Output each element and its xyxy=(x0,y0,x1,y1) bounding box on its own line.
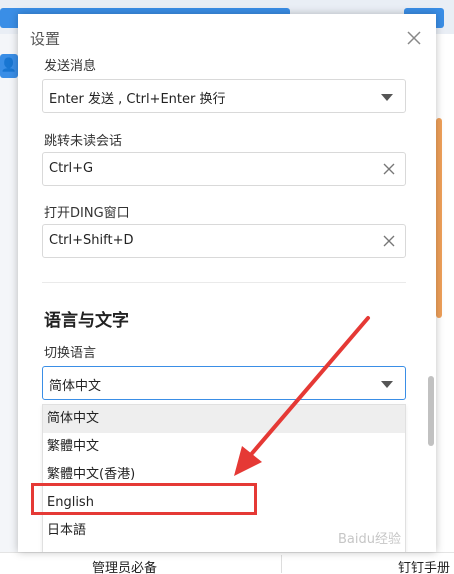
language-option-simplified-chinese[interactable]: 简体中文 xyxy=(43,405,405,433)
send-message-select[interactable]: Enter 发送 , Ctrl+Enter 换行 xyxy=(42,79,406,113)
bottom-divider xyxy=(281,555,282,573)
language-section-title: 语言与文字 xyxy=(44,311,129,331)
send-message-value: Enter 发送 , Ctrl+Enter 换行 xyxy=(49,92,226,107)
app-scroll-accent xyxy=(436,118,442,318)
admin-guide-link[interactable]: 管理员必备 xyxy=(92,557,157,574)
open-ding-value: Ctrl+Shift+D xyxy=(49,233,134,248)
dropdown-triangle-icon xyxy=(381,381,393,388)
jump-unread-value: Ctrl+G xyxy=(49,161,94,176)
language-option-traditional-chinese[interactable]: 繁體中文 xyxy=(43,433,405,461)
open-ding-label: 打开DING窗口 xyxy=(44,206,130,221)
english-highlight-box xyxy=(31,483,257,515)
dialog-title: 设置 xyxy=(30,30,61,48)
settings-content: 发送消息 Enter 发送 , Ctrl+Enter 换行 跳转未读会话 Ctr… xyxy=(18,58,436,552)
watermark: Baidu经验 xyxy=(338,532,401,547)
close-icon[interactable] xyxy=(406,30,422,46)
jump-unread-shortcut-input[interactable]: Ctrl+G xyxy=(42,152,406,186)
clear-icon[interactable] xyxy=(383,235,395,247)
send-message-label: 发送消息 xyxy=(44,59,97,74)
clear-icon[interactable] xyxy=(383,163,395,175)
open-ding-shortcut-input[interactable]: Ctrl+Shift+D xyxy=(42,224,406,258)
jump-unread-label: 跳转未读会话 xyxy=(44,134,123,149)
language-selected-value: 简体中文 xyxy=(49,379,102,394)
app-left-sidebar xyxy=(0,34,18,574)
manual-link[interactable]: 钉钉手册 xyxy=(398,557,450,574)
contacts-icon[interactable]: 👤 xyxy=(0,54,18,78)
dropdown-triangle-icon xyxy=(381,94,393,101)
app-bottom-bar: 管理员必备 钉钉手册 xyxy=(0,552,454,574)
language-select[interactable]: 简体中文 xyxy=(42,366,406,400)
section-divider xyxy=(42,282,406,283)
settings-dialog: 设置 发送消息 Enter 发送 , Ctrl+Enter 换行 跳转未读会话 … xyxy=(18,14,436,552)
switch-language-label: 切换语言 xyxy=(44,346,97,361)
settings-scrollbar[interactable] xyxy=(428,376,434,446)
